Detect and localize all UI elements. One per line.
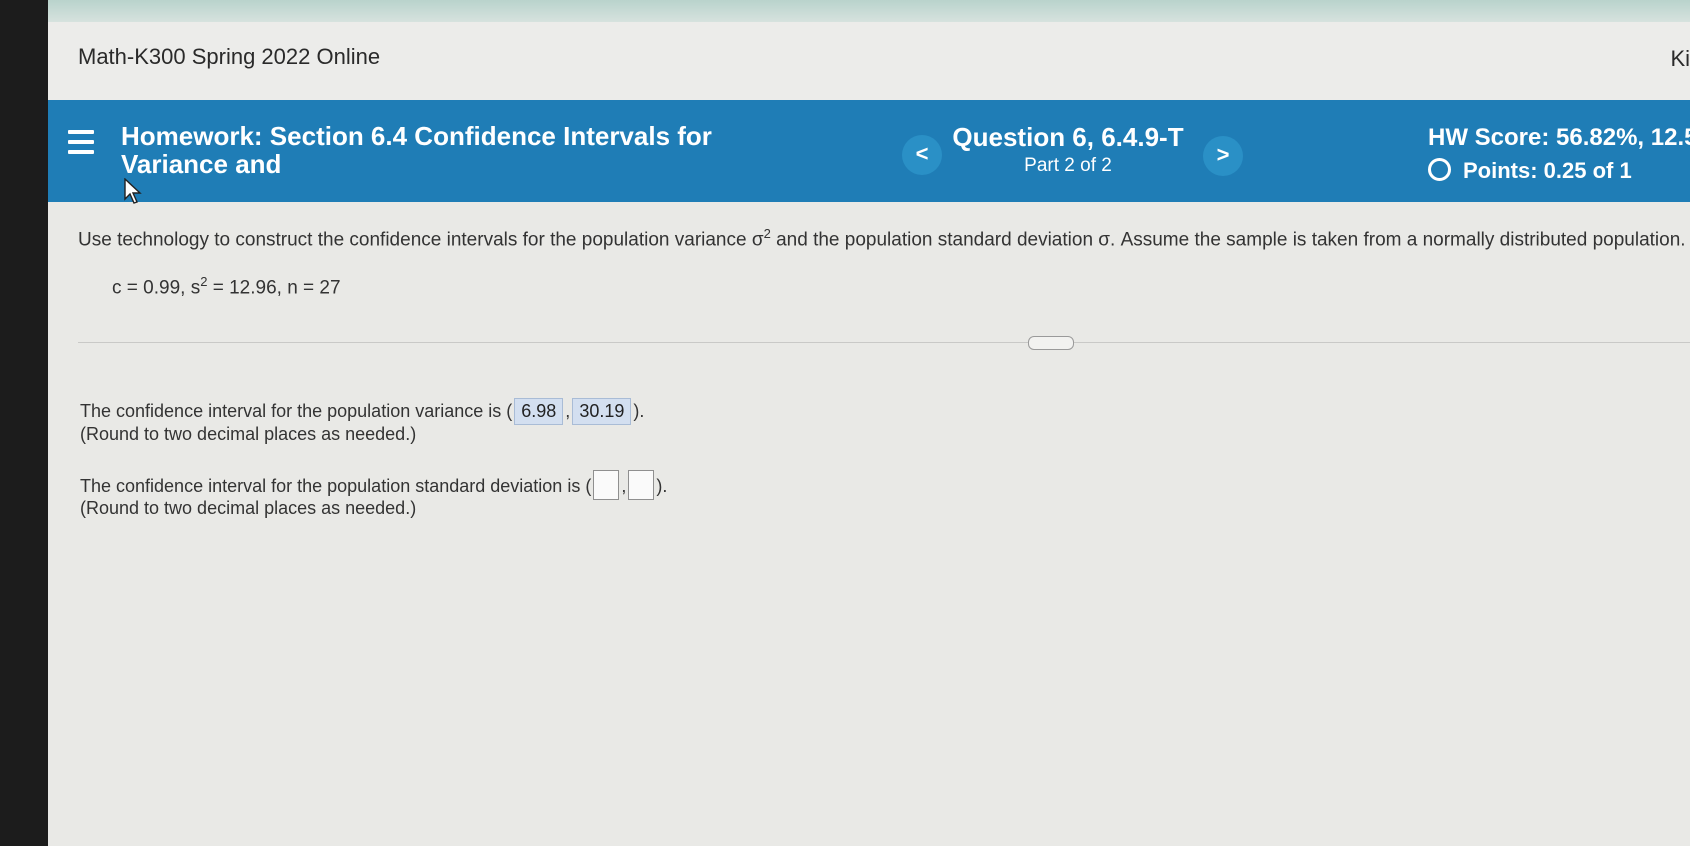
previous-question-button[interactable]: < (902, 135, 942, 175)
variance-prefix: The confidence interval for the populati… (80, 401, 513, 421)
homework-title: Homework: Section 6.4 Confidence Interva… (121, 121, 712, 179)
course-right-text[interactable]: Ki (1670, 46, 1690, 72)
menu-icon[interactable] (68, 130, 94, 160)
round-note-1: (Round to two decimal places as needed.) (80, 424, 417, 444)
browser-top-strip (48, 0, 1690, 22)
next-question-button[interactable]: > (1203, 136, 1243, 176)
variance-upper-field[interactable]: 30.19 (572, 398, 632, 425)
sd-lower-input[interactable] (593, 470, 620, 500)
chevron-right-icon: > (1216, 142, 1230, 167)
sd-suffix: ). (656, 476, 668, 496)
sd-upper-input[interactable] (628, 470, 655, 500)
sd-answer-line: The confidence interval for the populati… (80, 470, 667, 500)
variance-answer-line: The confidence interval for the populati… (80, 398, 644, 425)
round-note-2: (Round to two decimal places as needed.) (80, 498, 417, 518)
given-text-2: = 12.96, n = 27 (207, 277, 341, 299)
given-values: c = 0.99, s2 = 12.96, n = 27 (112, 274, 341, 299)
variance-lower-field[interactable]: 6.98 (514, 398, 564, 425)
circle-icon (1428, 158, 1451, 181)
question-content: Use technology to construct the confiden… (48, 202, 1690, 846)
instruction-text-2: and the population standard deviation σ.… (770, 229, 1686, 251)
screen: Math-K300 Spring 2022 Online Ki Homework… (48, 0, 1690, 846)
instruction-superscript: 2 (763, 226, 771, 241)
mouse-cursor-icon (124, 178, 142, 204)
points-display: Points: 0.25 of 1 (1428, 158, 1632, 184)
section-divider (78, 342, 1690, 343)
course-title[interactable]: Math-K300 Spring 2022 Online (78, 44, 380, 70)
hw-score[interactable]: HW Score: 56.82%, 12.5 of (1428, 124, 1690, 152)
divider-grip-icon[interactable] (1028, 336, 1074, 350)
chevron-left-icon: < (915, 141, 929, 166)
variance-suffix: ). (633, 401, 645, 421)
points-text: Points: 0.25 of 1 (1463, 158, 1632, 183)
instruction-text-1: Use technology to construct the confiden… (78, 229, 764, 251)
sd-prefix: The confidence interval for the populati… (80, 476, 592, 496)
question-instruction: Use technology to construct the confiden… (78, 226, 1686, 251)
given-text-1: c = 0.99, s (112, 277, 201, 299)
course-bar: Math-K300 Spring 2022 Online Ki (48, 22, 1690, 101)
question-part: Part 2 of 2 (1024, 155, 1112, 176)
question-title: Question 6, 6.4.9-T (952, 122, 1184, 152)
homework-header: Homework: Section 6.4 Confidence Interva… (48, 100, 1690, 202)
